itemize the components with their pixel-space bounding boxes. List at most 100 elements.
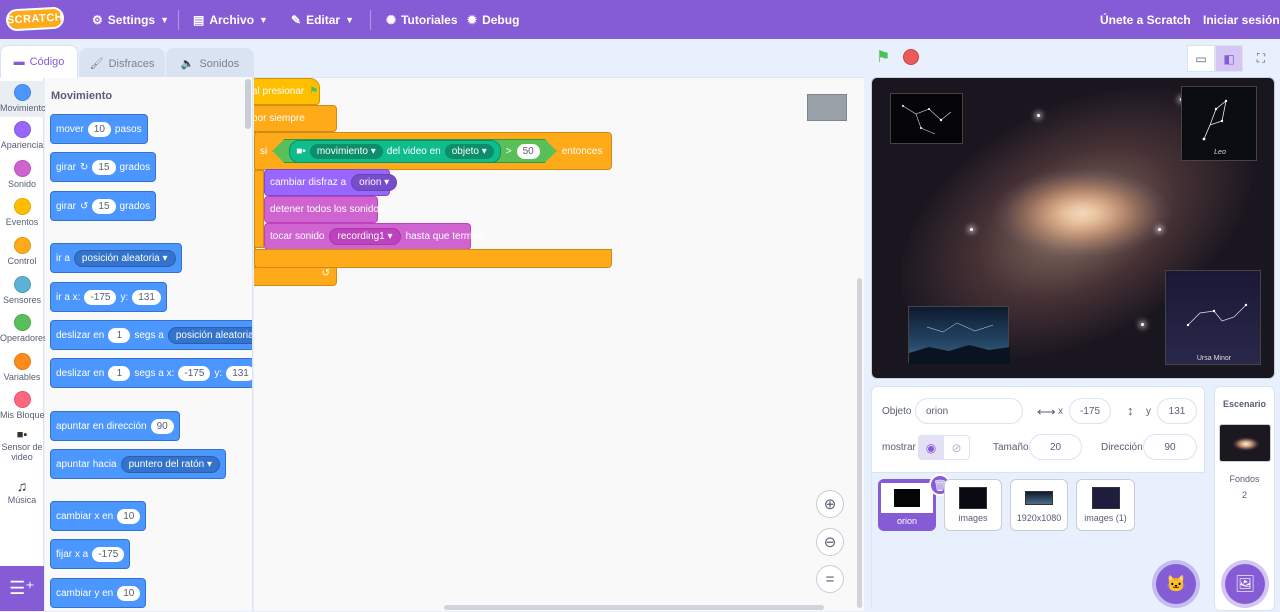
block-input[interactable]: -175: [178, 365, 211, 381]
sprite-name-input[interactable]: orion: [915, 398, 1023, 424]
block-dropdown[interactable]: posición aleatoria ▾: [73, 249, 176, 267]
block-dropdown[interactable]: orion ▾: [351, 174, 398, 191]
stage-canvas[interactable]: Leo Ursa Minor: [871, 77, 1275, 379]
category-operators[interactable]: Operadores: [0, 314, 48, 343]
eye-slash-icon: ⊘: [951, 440, 962, 455]
x-position-input[interactable]: -175: [1069, 398, 1111, 424]
category-variables[interactable]: Variables: [0, 353, 44, 382]
script-workspace[interactable]: al presionar ⚑ por siempre si ■▪ movimie…: [254, 77, 864, 611]
block-input[interactable]: 1: [108, 365, 131, 381]
choose-sprite-button[interactable]: 🐱: [1156, 564, 1196, 604]
block-dropdown[interactable]: movimiento ▾: [310, 144, 383, 159]
block-if-then[interactable]: si ■▪ movimiento ▾ del video en objeto ▾…: [254, 132, 612, 170]
normal-stage-button[interactable]: ◧: [1215, 45, 1243, 72]
fullscreen-button[interactable]: ⛶: [1247, 45, 1275, 72]
block-play-sound-until-done[interactable]: tocar sonido recording1 ▾ hasta que term…: [264, 223, 486, 250]
category-looks[interactable]: Apariencia: [0, 121, 44, 150]
block-glide[interactable]: deslizar en 1 segs a posición aleatoria: [50, 320, 252, 350]
sprite-orion-on-stage[interactable]: [890, 93, 963, 144]
block-input[interactable]: 1: [108, 327, 131, 343]
zoom-reset-button[interactable]: =: [816, 565, 844, 593]
block-glide-xy[interactable]: deslizar en 1 segs a x: -175 y: 131: [50, 358, 252, 388]
workspace-scrollbar-vertical[interactable]: [857, 278, 862, 608]
block-input[interactable]: 10: [117, 508, 141, 524]
sprite-thumbnail-images-1[interactable]: images (1): [1076, 479, 1135, 531]
block-input[interactable]: 15: [92, 198, 116, 214]
block-turn-left[interactable]: girar ↺ 15 grados: [50, 191, 157, 221]
sprite-leo-on-stage[interactable]: Leo: [1181, 86, 1257, 161]
operator-greater-than[interactable]: ■▪ movimiento ▾ del video en objeto ▾ > …: [272, 139, 557, 163]
category-my-blocks[interactable]: Mis Bloques: [0, 391, 49, 420]
choose-backdrop-button[interactable]: 🖼: [1225, 564, 1265, 604]
block-input[interactable]: 50: [517, 144, 540, 159]
block-goto-xy[interactable]: ir a x: -175 y: 131: [50, 282, 167, 312]
category-motion[interactable]: Movimiento: [0, 81, 46, 117]
tab-code[interactable]: ▬ Código: [0, 45, 78, 78]
block-text: cambiar y en: [56, 587, 114, 599]
tab-sounds[interactable]: 🔈 Sonidos: [166, 48, 254, 78]
tutorials-button[interactable]: ✺ Tutoriales: [386, 0, 458, 39]
category-sound[interactable]: Sonido: [0, 160, 44, 189]
sign-in-link[interactable]: Iniciar sesión: [1203, 0, 1280, 39]
block-switch-costume[interactable]: cambiar disfraz a orion ▾: [264, 169, 398, 196]
sprite-thumbnail-images[interactable]: images: [944, 479, 1002, 531]
add-extension-button[interactable]: ☰⁺: [0, 566, 44, 611]
category-events[interactable]: Eventos: [0, 198, 44, 227]
block-dropdown[interactable]: objeto ▾: [445, 144, 494, 159]
code-blocks-icon: ▬: [13, 56, 25, 68]
block-forever[interactable]: por siempre: [254, 105, 337, 132]
small-stage-button[interactable]: ▭: [1187, 45, 1215, 72]
block-stop-all-sounds[interactable]: detener todos los sonidos: [264, 196, 384, 223]
sprite-thumbnail-orion[interactable]: orion 🗑: [878, 474, 951, 531]
backdrop-thumbnail[interactable]: [1218, 424, 1271, 462]
block-point-towards[interactable]: apuntar hacia puntero del ratón ▾: [50, 449, 227, 479]
hide-sprite-button[interactable]: ⊘: [944, 435, 970, 460]
block-when-flag-clicked[interactable]: al presionar ⚑: [254, 78, 320, 105]
workspace-scrollbar-horizontal[interactable]: [444, 605, 824, 610]
block-input[interactable]: -175: [84, 289, 117, 305]
category-video-sensing[interactable]: ■▪ Sensor de video: [0, 430, 44, 463]
palette-scrollbar[interactable]: [245, 79, 251, 129]
edit-menu[interactable]: ✎ Editar ▼: [291, 0, 354, 39]
zoom-in-button[interactable]: ⊕: [816, 490, 844, 518]
sprite-1920x1080-on-stage[interactable]: [908, 306, 1010, 364]
block-input[interactable]: 10: [87, 121, 111, 137]
zoom-out-button[interactable]: ⊖: [816, 528, 844, 556]
block-input[interactable]: 131: [132, 289, 161, 305]
block-move-steps[interactable]: mover 10 pasos: [50, 114, 148, 144]
category-music[interactable]: ♫ Música: [0, 478, 44, 505]
block-dropdown[interactable]: recording1 ▾: [329, 228, 401, 245]
file-menu[interactable]: ▤ Archivo ▼: [193, 0, 268, 39]
category-sensing[interactable]: Sensores: [0, 276, 44, 305]
block-set-x[interactable]: fijar x a -175: [50, 539, 131, 569]
block-point-direction[interactable]: apuntar en dirección 90: [50, 411, 180, 441]
block-turn-right[interactable]: girar ↻ 15 grados: [50, 152, 157, 182]
reporter-video-motion[interactable]: ■▪ movimiento ▾ del video en objeto ▾: [289, 140, 501, 163]
paintbrush-icon: 🖌: [89, 58, 104, 70]
block-dropdown[interactable]: puntero del ratón ▾: [120, 455, 221, 473]
debug-button[interactable]: ✹ Debug: [467, 0, 519, 39]
sprite-images1-on-stage[interactable]: Ursa Minor: [1165, 270, 1261, 365]
settings-menu[interactable]: ⚙ Settings ▼: [92, 0, 169, 39]
block-change-y[interactable]: cambiar y en 10: [50, 578, 147, 608]
block-input[interactable]: 15: [92, 159, 116, 175]
join-scratch-link[interactable]: Únete a Scratch: [1100, 0, 1191, 39]
block-input[interactable]: 90: [150, 418, 174, 434]
stage-panel[interactable]: Escenario Fondos 2 🖼: [1214, 386, 1275, 611]
size-input[interactable]: 20: [1029, 434, 1082, 460]
block-goto[interactable]: ir a posición aleatoria ▾: [50, 243, 182, 273]
category-control[interactable]: Control: [0, 237, 44, 266]
block-change-x[interactable]: cambiar x en 10: [50, 501, 147, 531]
sprite-thumbnail-1920x1080[interactable]: 1920x1080: [1010, 479, 1068, 531]
green-flag-button[interactable]: ⚑: [876, 50, 894, 66]
scratch-logo[interactable]: SCRATCH: [5, 6, 65, 32]
block-input[interactable]: 131: [226, 365, 252, 381]
tab-costumes[interactable]: 🖌 Disfraces: [79, 48, 165, 78]
direction-input[interactable]: 90: [1143, 434, 1197, 460]
block-dropdown[interactable]: posición aleatoria: [167, 326, 252, 344]
block-input[interactable]: 10: [117, 585, 141, 601]
stop-button[interactable]: [903, 49, 919, 65]
show-sprite-button[interactable]: ◉: [918, 435, 944, 460]
block-input[interactable]: -175: [92, 546, 125, 562]
y-position-input[interactable]: 131: [1157, 398, 1197, 424]
